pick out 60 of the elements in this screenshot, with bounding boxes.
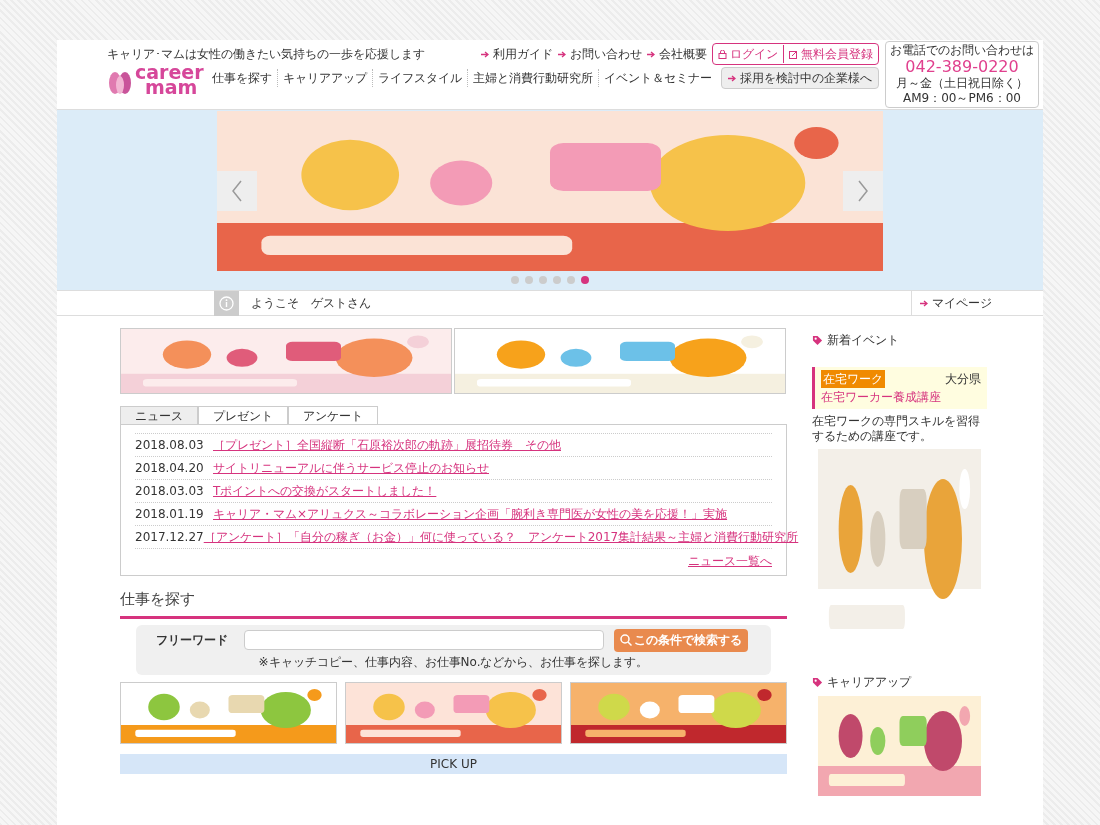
nav-link[interactable]: 仕事を探す — [207, 69, 277, 87]
next-button[interactable] — [843, 171, 883, 211]
tab[interactable]: プレゼント — [198, 406, 288, 424]
field-label: フリーワード — [156, 632, 229, 649]
mypage-link[interactable]: マイページ — [911, 291, 1000, 315]
login-link[interactable]: ログイン — [718, 45, 784, 63]
nav-link[interactable]: イベント＆セミナー — [598, 69, 717, 87]
event-title: 在宅ワーカー養成講座 — [821, 389, 942, 406]
news-link[interactable]: サイトリニューアルに伴うサービス停止のお知らせ — [213, 459, 489, 477]
search-icon — [620, 634, 632, 646]
arrow-icon — [647, 51, 655, 58]
section-heading: 仕事を探す — [120, 588, 787, 619]
tag-icon — [812, 334, 823, 346]
arrow-icon — [558, 51, 566, 58]
lock-icon — [718, 49, 727, 59]
contact-hours: AM9：00～PM6：00 — [903, 91, 1021, 106]
arrow-icon — [728, 75, 736, 82]
top-link[interactable]: 会社概要 — [647, 45, 707, 63]
nav-link[interactable]: キャリアアップ — [277, 69, 372, 87]
sidebar-heading: キャリアアップ — [827, 674, 911, 691]
welcome-text: ようこそ ゲストさん — [251, 295, 371, 312]
contact-days: 月～金（土日祝日除く） — [896, 76, 1028, 91]
news-link[interactable]: ［アンケート］「自分の稼ぎ（お金）」何に使っている？ アンケート2017集計結果～主婦と消費行動研究所 — [203, 528, 799, 546]
news-link[interactable]: ［プレゼント］全国縦断「石原裕次郎の軌跡」展招待券 その他 — [213, 436, 561, 454]
info-icon — [219, 295, 234, 311]
tagline: キャリア･マムは女性の働きたい気持ちの一歩を応援します — [107, 46, 425, 63]
event-card[interactable]: 在宅ワーク 大分県 在宅ワーカー養成講座 — [812, 367, 987, 409]
contact-title: お電話でのお問い合わせは — [890, 43, 1034, 58]
tab[interactable]: ニュース — [120, 406, 198, 424]
phone-number: 042-389-0220 — [905, 58, 1019, 76]
news-date: 2018.01.19 — [135, 506, 205, 523]
event-description: 在宅ワークの専門スキルを習得するための講座です。 — [812, 414, 981, 444]
news-date: 2018.03.03 — [135, 483, 205, 500]
tag-icon — [812, 676, 823, 688]
news-date: 2017.12.27 — [135, 529, 204, 546]
keyword-field[interactable] — [244, 630, 604, 650]
edit-icon — [789, 49, 798, 59]
nav-link[interactable]: ライフスタイル — [372, 69, 467, 87]
tab[interactable]: アンケート — [288, 406, 378, 424]
news-date: 2018.04.20 — [135, 460, 205, 477]
logo: career mam — [107, 65, 207, 95]
top-link[interactable]: 利用ガイド — [481, 45, 553, 63]
arrow-icon — [481, 51, 489, 58]
top-link[interactable]: お問い合わせ — [558, 45, 642, 63]
chevron-right-icon — [857, 180, 869, 202]
chevron-left-icon — [231, 180, 243, 202]
pickup-bar: PICK UP — [120, 753, 787, 774]
company-button[interactable]: 採用を検討中の企業様へ — [721, 67, 879, 89]
event-region: 大分県 — [945, 371, 981, 388]
news-list-link[interactable]: ニュース一覧へ — [688, 552, 772, 570]
sidebar-heading: 新着イベント — [827, 332, 899, 349]
nav-link[interactable]: 主婦と消費行動研究所 — [467, 69, 598, 87]
news-link[interactable]: キャリア・マム×アリュクス～コラボレーション企画「腕利き専門医が女性の美を応援！」実施 — [213, 505, 728, 523]
arrow-icon — [920, 299, 928, 307]
category-tag: 在宅ワーク — [821, 370, 885, 388]
news-link[interactable]: Tポイントへの交換がスタートしました！ — [213, 482, 437, 500]
search-note: ※キャッチコピー、仕事内容、お仕事No.などから、お仕事を探します。 — [258, 653, 649, 671]
register-link[interactable]: 無料会員登録 — [784, 45, 873, 63]
news-date: 2018.08.03 — [135, 437, 205, 454]
previous-button[interactable] — [217, 171, 257, 211]
